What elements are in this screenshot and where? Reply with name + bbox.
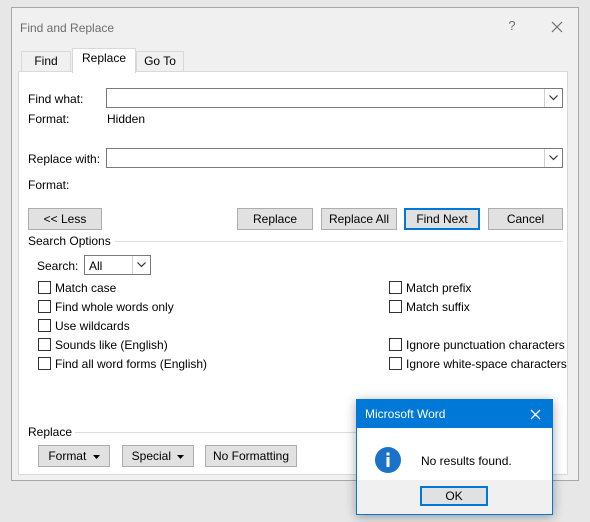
- replace-with-combo[interactable]: [106, 148, 563, 168]
- match-case-checkbox[interactable]: [38, 281, 51, 294]
- caret-down-icon: [177, 454, 185, 459]
- search-direction-select[interactable]: All: [84, 255, 151, 275]
- match-prefix-checkbox[interactable]: [389, 281, 402, 294]
- replace-with-label: Replace with:: [28, 152, 101, 166]
- caret-down-icon: [92, 454, 100, 459]
- ignore-punctuation-label: Ignore punctuation characters: [406, 338, 565, 352]
- search-options-divider: [115, 241, 563, 242]
- search-direction-value: All: [89, 259, 103, 273]
- close-button[interactable]: [546, 17, 568, 37]
- close-icon: [551, 21, 563, 33]
- message-box-body: No results found.: [357, 428, 552, 480]
- message-box-titlebar: Microsoft Word: [357, 400, 552, 428]
- tab-go-to[interactable]: Go To: [136, 51, 184, 71]
- help-button[interactable]: ?: [502, 18, 522, 36]
- find-what-dropdown[interactable]: [544, 89, 562, 107]
- tab-replace[interactable]: Replace: [72, 48, 136, 73]
- search-options-title: Search Options: [28, 234, 111, 248]
- less-button[interactable]: << Less: [28, 208, 102, 230]
- whole-words-checkbox[interactable]: [38, 300, 51, 313]
- chevron-down-icon: [549, 95, 558, 101]
- ok-button[interactable]: OK: [420, 486, 488, 506]
- whole-words-label: Find whole words only: [55, 300, 174, 314]
- use-wildcards-label: Use wildcards: [55, 319, 130, 333]
- match-case-label: Match case: [55, 281, 117, 295]
- replace-section-divider: [75, 432, 375, 433]
- info-icon: [375, 447, 401, 473]
- ignore-punctuation-checkbox[interactable]: [389, 338, 402, 351]
- message-box-close-button[interactable]: [524, 407, 546, 423]
- sounds-like-checkbox[interactable]: [38, 338, 51, 351]
- special-button[interactable]: Special: [122, 445, 194, 467]
- chevron-down-icon: [137, 262, 146, 268]
- chevron-down-icon: [549, 155, 558, 161]
- dialog-title: Find and Replace: [20, 21, 115, 35]
- format-button[interactable]: Format: [38, 445, 110, 467]
- find-format-value: Hidden: [107, 112, 146, 126]
- sounds-like-label: Sounds like (English): [55, 338, 168, 352]
- replace-button[interactable]: Replace: [237, 208, 313, 230]
- message-box-title: Microsoft Word: [365, 407, 446, 421]
- find-what-combo[interactable]: [106, 88, 563, 108]
- replace-format-label: Format:: [28, 178, 70, 192]
- find-next-button[interactable]: Find Next: [404, 208, 480, 230]
- find-what-label: Find what:: [28, 92, 84, 106]
- ignore-whitespace-label: Ignore white-space characters: [406, 357, 567, 371]
- search-direction-dropdown[interactable]: [132, 256, 150, 274]
- word-forms-label: Find all word forms (English): [55, 357, 208, 371]
- find-format-label: Format:: [28, 112, 70, 126]
- tab-find[interactable]: Find: [21, 51, 71, 71]
- match-suffix-label: Match suffix: [406, 300, 470, 314]
- match-prefix-label: Match prefix: [406, 281, 472, 295]
- special-button-label: Special: [131, 449, 171, 463]
- use-wildcards-checkbox[interactable]: [38, 319, 51, 332]
- replace-all-button[interactable]: Replace All: [321, 208, 397, 230]
- ignore-whitespace-checkbox[interactable]: [389, 357, 402, 370]
- replace-with-dropdown[interactable]: [544, 149, 562, 167]
- word-forms-checkbox[interactable]: [38, 357, 51, 370]
- match-suffix-checkbox[interactable]: [389, 300, 402, 313]
- close-icon: [530, 409, 540, 420]
- message-text: No results found.: [421, 454, 512, 468]
- replace-section-title: Replace: [28, 425, 73, 439]
- search-direction-label: Search:: [37, 259, 79, 273]
- cancel-button[interactable]: Cancel: [488, 208, 563, 230]
- message-box: Microsoft Word No results found. OK: [356, 399, 553, 515]
- format-button-label: Format: [48, 449, 87, 463]
- no-formatting-button[interactable]: No Formatting: [205, 445, 297, 467]
